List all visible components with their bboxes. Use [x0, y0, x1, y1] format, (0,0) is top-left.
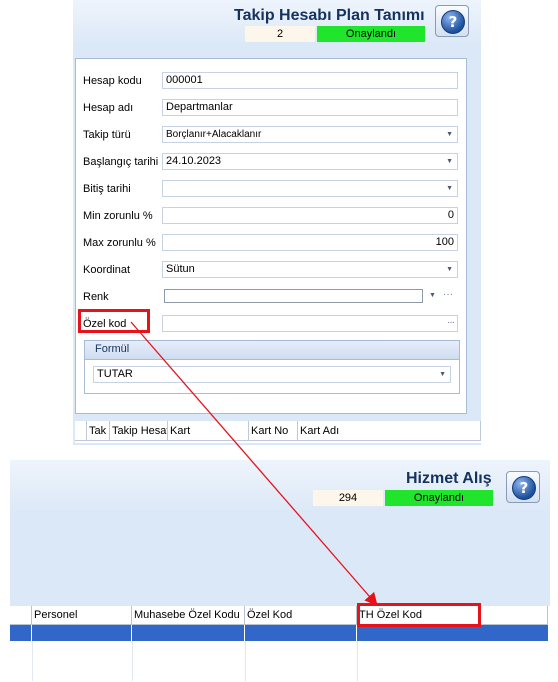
takip-turu-value: Borçlanır+Alacaklanır [166, 129, 262, 140]
chevron-down-icon[interactable]: ▼ [439, 367, 446, 382]
hesap-kodu-label: Hesap kodu [83, 75, 142, 87]
chevron-down-icon[interactable]: ▼ [446, 262, 453, 277]
help-button[interactable]: ? [506, 471, 540, 503]
status-badge: Onaylandı [317, 26, 425, 42]
hesap-adi-value: Departmanlar [166, 101, 233, 113]
baslangic-tarihi-value: 24.10.2023 [166, 155, 222, 167]
color-swatch[interactable] [164, 289, 423, 303]
record-number: 294 [313, 490, 383, 506]
takip-hesabi-window: Takip Hesabı Plan Tanımı 2 Onaylandı ? H… [73, 0, 481, 445]
max-zorunlu-input[interactable]: 100 [162, 234, 458, 251]
hesap-adi-label: Hesap adı [83, 102, 134, 114]
formul-group: Formül TUTAR ▼ [84, 340, 460, 394]
column-header-tak[interactable]: Tak [87, 421, 110, 441]
row-indicator [10, 606, 32, 625]
window-title: Hizmet Alış [406, 470, 492, 487]
min-zorunlu-value: 0 [447, 209, 454, 221]
table-cell [357, 625, 548, 641]
formul-group-header: Formül [85, 341, 459, 360]
hesap-adi-input[interactable]: Departmanlar [162, 99, 458, 116]
status-badge: Onaylandı [385, 490, 493, 506]
formul-dropdown[interactable]: TUTAR ▼ [93, 366, 451, 383]
table-cell [32, 625, 132, 641]
question-mark-icon: ? [512, 476, 536, 500]
baslangic-tarihi-input[interactable]: 24.10.2023 ▼ [162, 153, 458, 170]
window-title: Takip Hesabı Plan Tanımı [234, 7, 425, 24]
row-indicator [75, 421, 87, 441]
max-zorunlu-label: Max zorunlu % [83, 237, 156, 249]
highlight-th-ozel-kod [357, 603, 481, 627]
formul-group-title: Formül [95, 343, 130, 355]
renk-picker[interactable]: ▼ ··· [162, 288, 458, 305]
question-mark-icon: ? [441, 10, 465, 34]
chevron-down-icon[interactable]: ▼ [446, 127, 453, 142]
max-zorunlu-value: 100 [435, 236, 454, 248]
renk-label: Renk [83, 291, 109, 303]
table-cell [10, 625, 32, 641]
record-number: 2 [245, 26, 315, 42]
column-header-takip-hesabi[interactable]: Takip Hesat [110, 421, 168, 441]
column-header-muhasebe-ozel-kodu[interactable]: Muhasebe Özel Kodu [132, 606, 245, 625]
takip-turu-dropdown[interactable]: Borçlanır+Alacaklanır ▼ [162, 126, 458, 143]
empty-grid-area [10, 641, 548, 681]
koordinat-label: Koordinat [83, 264, 131, 276]
chevron-down-icon[interactable]: ▼ [446, 181, 453, 196]
hizmet-alis-window: Hizmet Alış 294 Onaylandı ? Personel Muh… [10, 460, 550, 682]
koordinat-dropdown[interactable]: Sütun ▼ [162, 261, 458, 278]
min-zorunlu-label: Min zorunlu % [83, 210, 153, 222]
window-header: Hizmet Alış 294 Onaylandı ? [10, 460, 550, 510]
table-cell [132, 625, 245, 641]
column-header-kart[interactable]: Kart [168, 421, 249, 441]
column-header-kart-adi[interactable]: Kart Adı [298, 421, 481, 441]
ozel-kod-input[interactable]: ··· [162, 315, 458, 332]
ellipsis-icon[interactable]: ··· [447, 316, 455, 330]
table-cell [245, 625, 357, 641]
hesap-kodu-value: 000001 [166, 74, 203, 86]
chevron-down-icon[interactable]: ▼ [429, 288, 436, 303]
takip-grid-header: Tak Takip Hesat Kart Kart No Kart Adı [75, 421, 481, 443]
column-header-ozel-kod[interactable]: Özel Kod [245, 606, 357, 625]
bitis-tarihi-label: Bitiş tarihi [83, 183, 131, 195]
ellipsis-icon[interactable]: ··· [443, 288, 453, 302]
koordinat-value: Sütun [166, 263, 195, 275]
selected-table-row[interactable] [10, 625, 548, 641]
column-header-kart-no[interactable]: Kart No [249, 421, 298, 441]
min-zorunlu-input[interactable]: 0 [162, 207, 458, 224]
baslangic-tarihi-label: Başlangıç tarihi [83, 156, 159, 168]
hesap-kodu-input[interactable]: 000001 [162, 72, 458, 89]
bitis-tarihi-input[interactable]: ▼ [162, 180, 458, 197]
formul-value: TUTAR [97, 368, 133, 380]
chevron-down-icon[interactable]: ▼ [446, 154, 453, 169]
takip-turu-label: Takip türü [83, 129, 131, 141]
highlight-ozel-kod [78, 309, 150, 333]
form-panel: Hesap kodu 000001 Hesap adı Departmanlar… [75, 58, 467, 414]
help-button[interactable]: ? [435, 5, 469, 37]
column-header-personel[interactable]: Personel [32, 606, 132, 625]
window-header: Takip Hesabı Plan Tanımı 2 Onaylandı ? [73, 0, 481, 42]
